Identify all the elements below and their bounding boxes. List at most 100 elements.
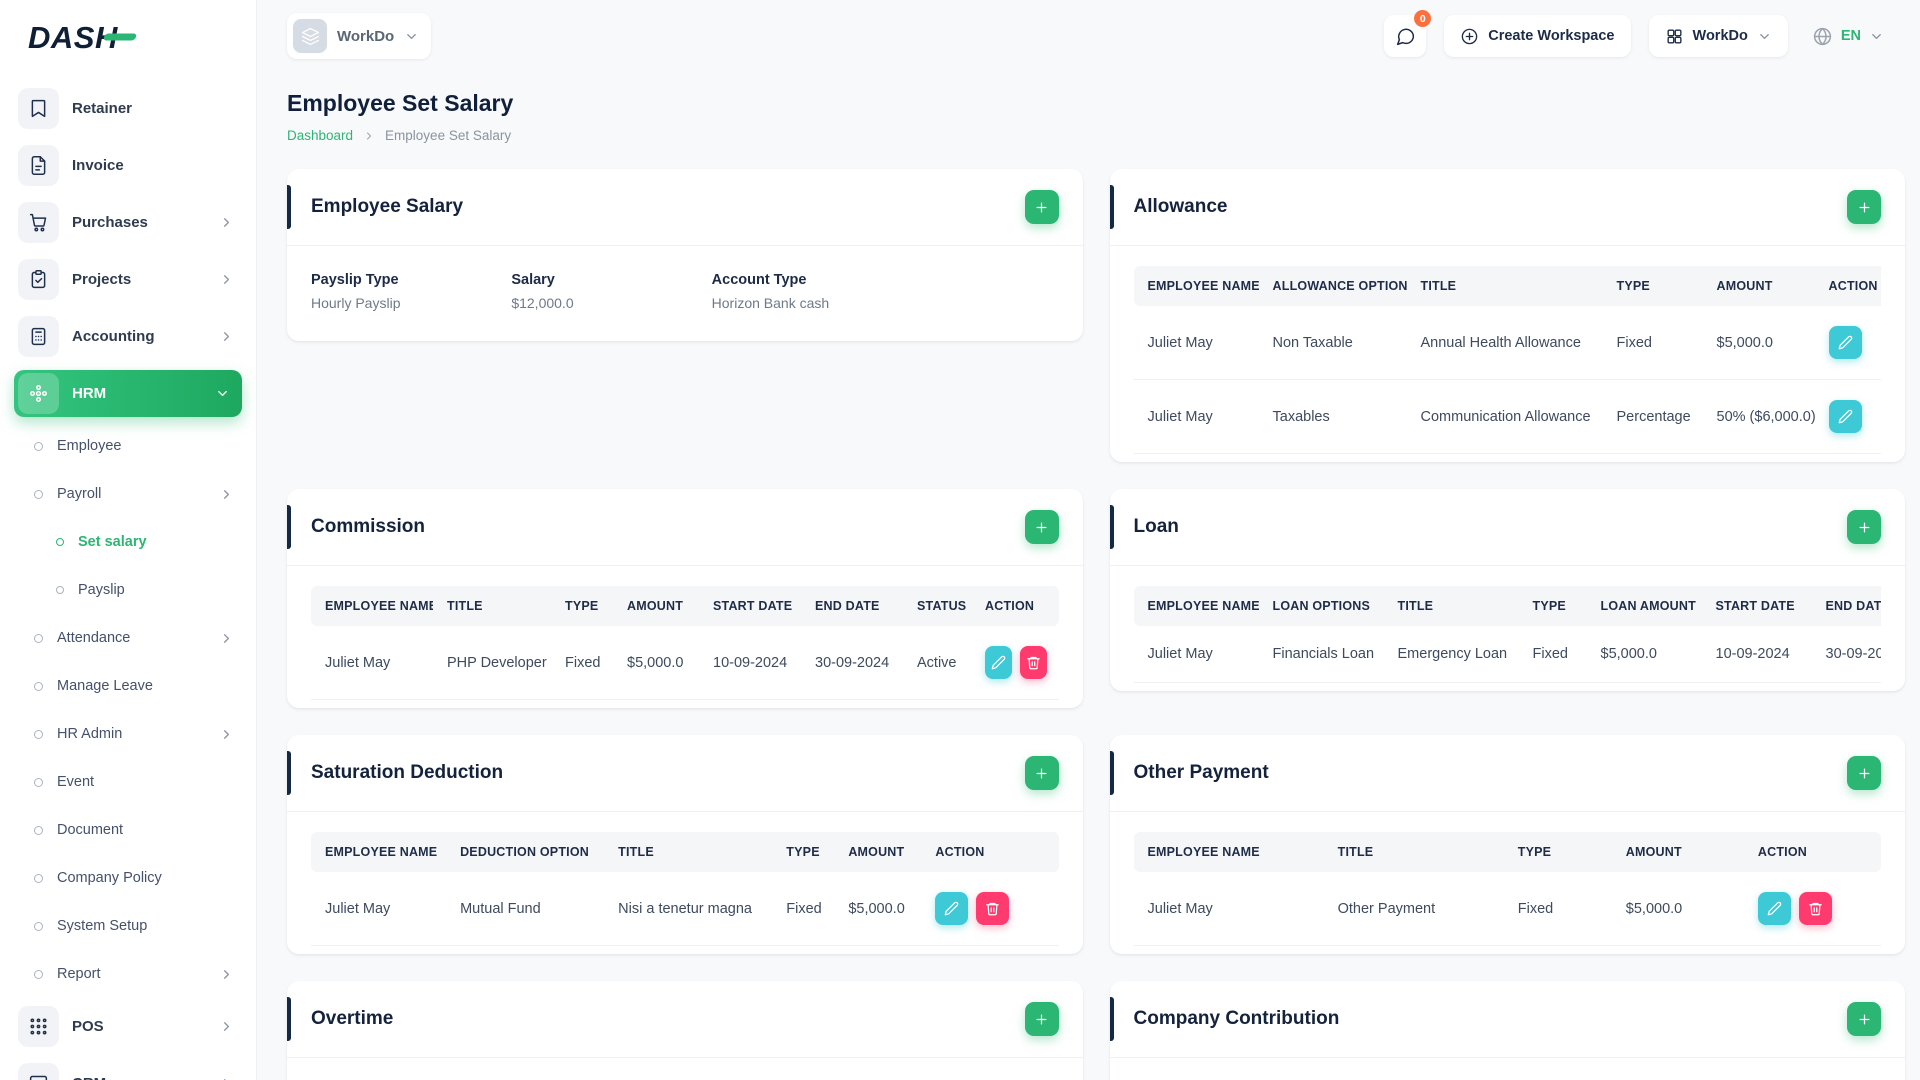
card-title: Allowance [1133,196,1228,217]
bullet-icon [34,825,43,835]
table-cell: 30-09-2024 [1811,626,1881,683]
sidebar-item-pos[interactable]: POS [14,998,242,1055]
delete-button[interactable] [1020,646,1047,679]
sidebar-item-hr-admin[interactable]: HR Admin [14,710,242,758]
table-cell-actions [1743,872,1881,946]
pencil-icon [1838,409,1853,424]
edit-button[interactable] [935,892,969,925]
sidebar-item-invoice[interactable]: Invoice [14,137,242,194]
chevron-right-icon [219,487,234,502]
table-cell-actions [921,872,1059,946]
table-cell: Fixed [551,626,613,700]
breadcrumb-dashboard-link[interactable]: Dashboard [287,128,353,143]
workdo-apps-button[interactable]: WorkDo [1648,15,1788,57]
table-cell: Fixed [772,872,835,946]
table-header-row: EMPLOYEE NAME DEDUCTION OPTION TITLE TYP… [311,832,1059,872]
card-header: Overtime [287,981,1083,1058]
table-cell: Emergency Loan [1383,626,1519,683]
sidebar-item-crm[interactable]: CRM [14,1055,242,1080]
plus-icon [1857,766,1872,781]
bullet-icon [34,489,43,499]
chevron-right-icon [219,727,234,742]
edit-button[interactable] [1757,892,1791,925]
sidebar-item-document[interactable]: Document [14,806,242,854]
app-logo[interactable]: DASH [0,0,256,76]
table-cell: Juliet May [1133,380,1259,454]
saturation-deduction-card: Saturation Deduction EMPLOYEE NAME DEDUC… [287,735,1083,954]
add-overtime-button[interactable] [1024,1002,1059,1036]
purchases-icon [18,202,59,243]
sidebar-item-company-policy[interactable]: Company Policy [14,854,242,902]
chat-bubble-icon [1395,26,1416,47]
table-cell: $5,000.0 [834,872,922,946]
sidebar-item-system-setup[interactable]: System Setup [14,902,242,950]
loan-table: EMPLOYEE NAME LOAN OPTIONS TITLE TYPE LO… [1133,586,1881,683]
employee-salary-details: Payslip Type Hourly Payslip Salary $12,0… [287,246,1083,341]
add-other-payment-button[interactable] [1847,756,1881,790]
edit-button[interactable] [1828,400,1862,433]
sidebar-item-accounting[interactable]: Accounting [14,308,242,365]
add-saturation-deduction-button[interactable] [1024,756,1059,790]
add-loan-button[interactable] [1847,510,1881,544]
language-selector[interactable]: EN [1806,25,1890,48]
delete-button[interactable] [1798,892,1832,925]
allowance-table: EMPLOYEE NAME ALLOWANCE OPTION TITLE TYP… [1133,266,1881,454]
chevron-right-icon [219,215,234,230]
projects-icon [18,259,59,300]
add-commission-button[interactable] [1024,510,1059,544]
invoice-icon [18,145,59,186]
sidebar-item-purchases[interactable]: Purchases [14,194,242,251]
table-cell: $5,000.0 [1702,306,1815,380]
chevron-down-icon [1757,29,1772,44]
sidebar: DASH Retainer Invoice Purchases Projects… [0,0,257,1080]
sidebar-item-projects[interactable]: Projects [14,251,242,308]
plus-icon [1034,520,1049,535]
table-cell: Percentage [1602,380,1703,454]
sidebar-item-set-salary[interactable]: Set salary [14,518,242,566]
delete-button[interactable] [976,892,1010,925]
table-header-row: EMPLOYEE NAME LOAN OPTIONS TITLE TYPE LO… [1133,586,1881,626]
chevron-right-icon [219,1019,234,1034]
sidebar-item-payslip[interactable]: Payslip [14,566,242,614]
sidebar-item-attendance[interactable]: Attendance [14,614,242,662]
salary-field: Salary $12,000.0 [511,272,574,311]
sidebar-item-employee[interactable]: Employee [14,422,242,470]
chevron-right-icon [219,967,234,982]
table-cell: Communication Allowance [1406,380,1603,454]
workspace-switcher[interactable]: WorkDo [287,13,432,59]
sidebar-item-report[interactable]: Report [14,950,242,998]
bullet-icon [34,681,43,691]
plus-circle-icon [1460,27,1479,46]
add-allowance-button[interactable] [1847,190,1881,224]
sidebar-item-hrm[interactable]: HRM [14,370,242,417]
table-cell: Annual Health Allowance [1406,306,1603,380]
edit-button[interactable] [985,646,1012,679]
add-employee-salary-button[interactable] [1024,190,1059,224]
globe-icon [1812,26,1833,47]
bullet-icon [56,586,64,594]
card-title: Saturation Deduction [311,762,504,783]
table-cell: $5,000.0 [613,626,699,700]
table-cell: Juliet May [1133,626,1259,683]
edit-button[interactable] [1828,326,1862,359]
commission-table-wrap: EMPLOYEE NAME TITLE TYPE AMOUNT START DA… [311,586,1059,700]
pencil-icon [1767,901,1782,916]
sidebar-item-retainer[interactable]: Retainer [14,80,242,137]
pencil-icon [1838,335,1853,350]
create-workspace-button[interactable]: Create Workspace [1444,15,1631,57]
sidebar-item-payroll[interactable]: Payroll [14,470,242,518]
payslip-type-field: Payslip Type Hourly Payslip [311,272,401,311]
table-cell: Juliet May [1133,872,1324,946]
add-company-contribution-button[interactable] [1847,1002,1881,1036]
table-cell: 30-09-2024 [801,626,903,700]
chevron-right-icon [363,130,375,142]
sidebar-item-manage-leave[interactable]: Manage Leave [14,662,242,710]
table-cell: 50% ($6,000.0) [1702,380,1815,454]
bullet-icon [34,441,43,451]
sidebar-item-event[interactable]: Event [14,758,242,806]
commission-table: EMPLOYEE NAME TITLE TYPE AMOUNT START DA… [311,586,1059,700]
table-cell: Juliet May [1133,306,1259,380]
table-cell: Juliet May [311,872,447,946]
bullet-icon [34,729,43,739]
messages-button[interactable]: 0 [1384,10,1432,57]
